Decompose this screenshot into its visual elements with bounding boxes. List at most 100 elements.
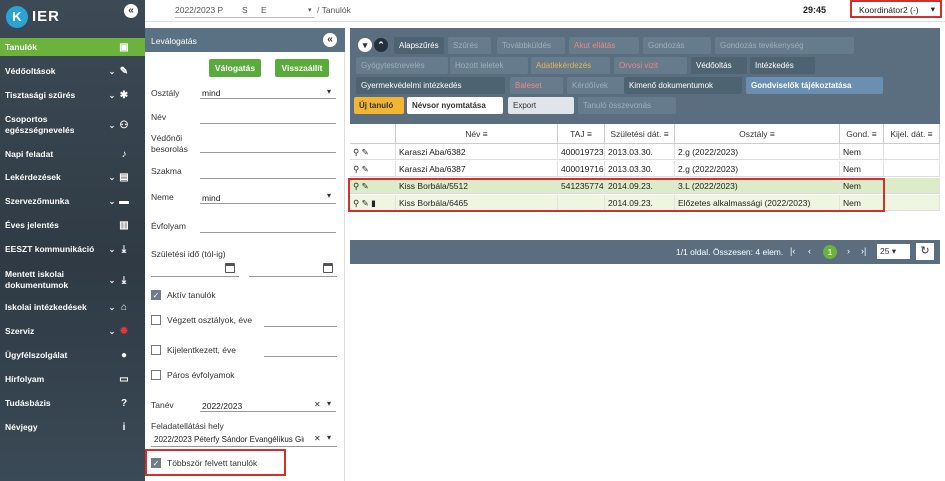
chevron-down-icon[interactable]: ▾ [308, 6, 312, 14]
sidebar-item-11[interactable]: Szerviz ⌄ ✹ [0, 322, 145, 340]
site-select[interactable]: 2022/2023 Péterfy Sándor Evangélikus Gim [154, 435, 304, 444]
sort-icon[interactable]: ≡ [869, 129, 877, 139]
chevron-down-icon[interactable]: ▾ [327, 191, 331, 200]
edit-icon[interactable]: ✎ [362, 147, 369, 157]
sidebar-item-1[interactable]: Védőoltások ⌄ ✎ [0, 62, 145, 80]
toolbar-button-row1-4[interactable]: Gondozás [643, 37, 711, 54]
clear-icon[interactable]: ✕ [314, 400, 321, 409]
table-row[interactable]: ⚲ ✎ Karaszi Aba/6387 400019716 2013.03.30. 2… [350, 161, 940, 177]
toolbar-button-row3-1[interactable]: Baleset [510, 77, 563, 94]
column-header-3[interactable]: Születési dát. ≡ [605, 124, 675, 144]
site-selector[interactable]: S [242, 5, 248, 15]
sort-icon[interactable]: ≡ [480, 129, 488, 139]
sidebar-item-3[interactable]: Csoportos egészségnevelés ⌄ ⚇ [0, 110, 145, 140]
sidebar-item-5[interactable]: Lekérdezések ⌄ ▤ [0, 168, 145, 186]
role-dropdown[interactable]: Koordinátor2 (-) ▾ [850, 0, 942, 18]
toolbar-button-row1-5[interactable]: Gondozás tevékenység [715, 37, 854, 54]
column-header-6[interactable]: Kijel. dát. ≡ [884, 124, 940, 144]
year-selector[interactable]: 2022/2023 P [175, 5, 223, 15]
first-page-icon[interactable]: |‹ [790, 246, 795, 256]
spec-input[interactable] [200, 178, 336, 179]
done-checkbox[interactable] [151, 315, 161, 325]
prev-page-icon[interactable]: ‹ [808, 246, 811, 256]
toolbar-button-row3-0[interactable]: Gyermekvédelmi intézkedés [356, 77, 505, 94]
toolbar-button-row4-2[interactable]: Export [508, 97, 574, 114]
search-icon[interactable]: ⚲ [353, 147, 359, 157]
next-page-icon[interactable]: › [847, 246, 850, 256]
sidebar-item-2[interactable]: Tisztasági szűrés ⌄ ✱ [0, 86, 145, 104]
sort-icon[interactable]: ≡ [768, 129, 775, 139]
toolbar-button-row2-3[interactable]: Orvosi vizit [614, 57, 687, 74]
protect-input[interactable] [200, 152, 336, 153]
toolbar-button-row4-1[interactable]: Névsor nyomtatása [407, 97, 503, 114]
filter-toggle-icon[interactable]: ▾ [358, 38, 372, 52]
sidebar-item-12[interactable]: Ügyfélszolgálat ● [0, 346, 145, 364]
toolbar-button-row3-3[interactable]: Kimenő dokumentumok [624, 77, 742, 94]
name-input[interactable] [200, 123, 336, 124]
sort-icon[interactable]: ≡ [661, 129, 669, 139]
chevron-down-icon: ⌄ [108, 244, 116, 254]
sidebar-item-15[interactable]: Névjegy i [0, 418, 145, 436]
toolbar-button-row2-1[interactable]: Hozott leletek [450, 57, 528, 74]
unit-selector[interactable]: E [261, 5, 267, 15]
sidebar-item-6[interactable]: Szervezőmunka ⌄ ▬ [0, 192, 145, 210]
sidebar-collapse-button[interactable]: « [124, 4, 138, 18]
year-select[interactable]: 2022/2023 [202, 401, 242, 411]
toolbar-button-row4-0[interactable]: Új tanuló [354, 97, 404, 114]
refresh-icon[interactable]: ↻ [916, 243, 934, 260]
class-select[interactable]: mind [202, 88, 220, 98]
toolbar-button-row4-3[interactable]: Tanuló összevonás [578, 97, 676, 114]
column-header-4[interactable]: Osztály ≡ [675, 124, 840, 144]
chevron-down-icon: ⌄ [108, 326, 116, 336]
toolbar-button-row1-0[interactable]: Alapszűrés [394, 37, 444, 54]
toolbar-button-row2-5[interactable]: Intézkedés [750, 57, 815, 74]
column-header-5[interactable]: Gond. ≡ [840, 124, 884, 144]
toolbar-button-row2-2[interactable]: Adatlekérdezés [531, 57, 610, 74]
sort-icon[interactable]: ≡ [585, 129, 592, 139]
search-icon[interactable]: ⚲ [353, 164, 359, 174]
sidebar-item-7[interactable]: Éves jelentés ▥ [0, 216, 145, 234]
birth-to-input[interactable] [249, 276, 337, 277]
chevron-down-icon[interactable]: ▾ [327, 399, 331, 408]
sidebar-item-4[interactable]: Napi feladat ♪ [0, 145, 145, 163]
edit-icon[interactable]: ✎ [362, 164, 369, 174]
collapse-up-icon[interactable]: ⌃ [374, 38, 388, 52]
chevron-down-icon[interactable]: ▾ [327, 433, 331, 442]
toolbar-button-row3-4[interactable]: Gondviselők tájékoztatása [746, 77, 883, 94]
sidebar-item-0[interactable]: Tanulók ▣ [0, 38, 145, 56]
sort-icon[interactable]: ≡ [925, 129, 933, 139]
birth-from-input[interactable] [151, 276, 239, 277]
clear-icon[interactable]: ✕ [314, 434, 321, 443]
sidebar-item-13[interactable]: Hírfolyam ▭ [0, 370, 145, 388]
pair-checkbox[interactable] [151, 370, 161, 380]
active-checkbox[interactable]: ✓ [151, 290, 161, 300]
last-page-icon[interactable]: ›| [861, 246, 866, 256]
toolbar-button-row1-1[interactable]: Szűrés [448, 37, 491, 54]
column-header-label: Név [465, 129, 481, 139]
column-header-2[interactable]: TAJ ≡ [558, 124, 605, 144]
page-size-select[interactable]: 25 ▾ [877, 244, 910, 259]
sidebar-item-10[interactable]: Iskolai intézkedések ⌄ ⌂ [0, 298, 145, 316]
done-year-input[interactable] [264, 326, 337, 327]
column-header-1[interactable]: Név ≡ [396, 124, 558, 144]
current-page[interactable]: 1 [823, 245, 837, 259]
grade-input[interactable] [200, 232, 336, 233]
calendar-icon[interactable] [225, 263, 235, 273]
toolbar-button-row2-0[interactable]: Gyógytestnevelés [356, 57, 448, 74]
toolbar-button-row2-4[interactable]: Védőoltás [691, 57, 747, 74]
gender-select[interactable]: mind [202, 193, 220, 203]
sidebar-item-8[interactable]: EESZT kommunikáció ⌄ ⤓ [0, 240, 145, 258]
out-checkbox[interactable] [151, 345, 161, 355]
calendar-icon[interactable] [323, 263, 333, 273]
toolbar-button-row1-3[interactable]: Akut ellátás [569, 37, 639, 54]
sidebar-item-9[interactable]: Mentett iskolai dokumentumok ⌄ ⤓ [0, 265, 145, 295]
toolbar-button-row1-2[interactable]: Továbbküldés [497, 37, 565, 54]
reset-button[interactable]: Visszaállít [275, 59, 329, 77]
sidebar-item-label: Tudásbázis [5, 397, 51, 408]
select-button[interactable]: Válogatás [209, 59, 261, 77]
out-year-input[interactable] [264, 356, 337, 357]
table-row[interactable]: ⚲ ✎ Karaszi Aba/6382 400019723 2013.03.30. 2… [350, 144, 940, 160]
filter-collapse-button[interactable]: « [323, 33, 337, 47]
sidebar-item-14[interactable]: Tudásbázis? [0, 394, 145, 412]
chevron-down-icon[interactable]: ▾ [327, 87, 331, 96]
